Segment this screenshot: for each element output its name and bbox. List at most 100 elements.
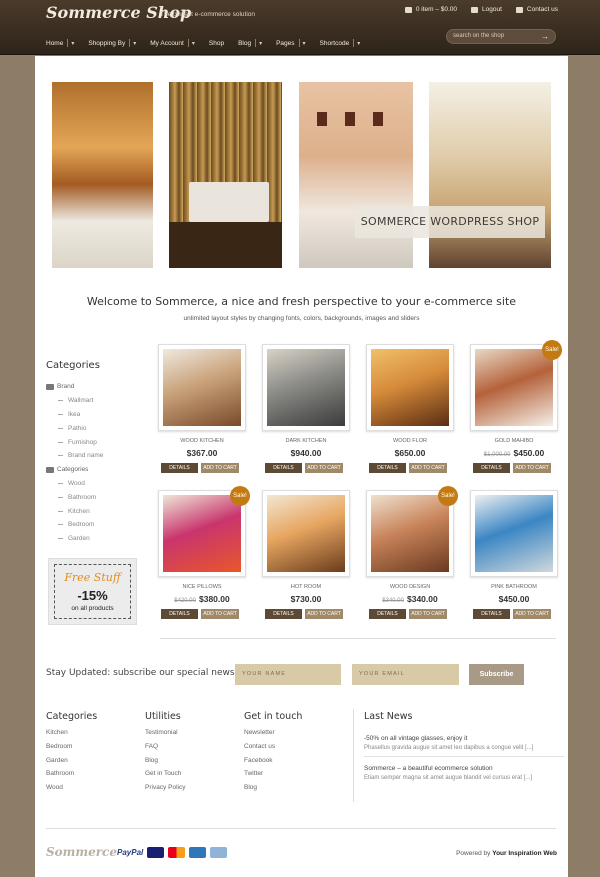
product-image[interactable] <box>475 495 553 572</box>
details-button[interactable]: DETAILS <box>265 609 302 619</box>
category-item[interactable]: Garden <box>46 532 146 546</box>
nav-item-pages[interactable]: Pages ▾ <box>276 39 306 47</box>
hero-image-kitchen[interactable] <box>429 82 551 268</box>
site-header: Sommerce Shop The perfect e-commerce sol… <box>0 0 600 55</box>
add-to-cart-button[interactable]: ADD TO CART <box>305 609 343 619</box>
nav-item-shopping-by[interactable]: Shopping By ▾ <box>88 39 136 47</box>
details-button[interactable]: DETAILS <box>473 463 510 473</box>
product-image[interactable] <box>371 495 449 572</box>
hero-image-bamboo[interactable] <box>169 82 282 268</box>
category-item[interactable]: Wood <box>46 477 146 491</box>
add-to-cart-button[interactable]: ADD TO CART <box>201 609 239 619</box>
product-name[interactable]: NICE PILLOWS <box>158 584 246 590</box>
footer-link[interactable]: Wood <box>46 784 97 798</box>
contact-link[interactable]: Contact us <box>515 6 558 13</box>
cart-icon <box>404 6 412 13</box>
hero-image-bedroom[interactable] <box>52 82 153 268</box>
old-price: $1,000.00 <box>483 452 511 458</box>
product-image-frame[interactable] <box>366 344 454 431</box>
email-field[interactable]: YOUR EMAIL <box>352 664 459 685</box>
arrow-right-icon[interactable]: → <box>541 30 549 43</box>
nav-item-my-account[interactable]: My Account ▾ <box>150 39 195 47</box>
footer-link[interactable]: Bedroom <box>46 743 97 757</box>
nav-item-blog[interactable]: Blog ▾ <box>238 39 262 47</box>
add-to-cart-button[interactable]: ADD TO CART <box>513 463 551 473</box>
footer-link[interactable]: Garden <box>46 757 97 771</box>
category-item[interactable]: Wallmart <box>46 394 146 408</box>
product-image[interactable] <box>267 349 345 426</box>
details-button[interactable]: DETAILS <box>161 609 198 619</box>
footer-link[interactable]: Blog <box>145 757 185 771</box>
footer-link[interactable]: Bathroom <box>46 770 97 784</box>
product-name[interactable]: GOLD MAHIBO <box>470 438 558 444</box>
product-buttons: DETAILS ADD TO CART <box>473 463 551 473</box>
product-image-frame[interactable] <box>262 490 350 577</box>
footer-link[interactable]: Get in Touch <box>145 770 185 784</box>
cart-link[interactable]: 0 item – $0.00 <box>404 6 457 13</box>
product-buttons: DETAILS ADD TO CART <box>265 463 343 473</box>
footer-link[interactable]: Privacy Policy <box>145 784 185 798</box>
add-to-cart-button[interactable]: ADD TO CART <box>409 609 447 619</box>
details-button[interactable]: DETAILS <box>265 463 302 473</box>
news-title[interactable]: Sommerce – a beautiful ecommerce solutio… <box>364 765 564 772</box>
sale-badge: Sale! <box>438 486 458 506</box>
product-image-frame[interactable] <box>158 344 246 431</box>
details-button[interactable]: DETAILS <box>473 609 510 619</box>
footer-logo[interactable]: Sommerce <box>46 845 117 859</box>
promo-banner[interactable]: Free Stuff -15% on all products <box>48 558 137 625</box>
subscribe-button[interactable]: Subscribe <box>469 664 524 685</box>
footer-link[interactable]: Kitchen <box>46 729 97 743</box>
add-to-cart-button[interactable]: ADD TO CART <box>201 463 239 473</box>
category-item[interactable]: Pathio <box>46 421 146 435</box>
product-name[interactable]: DARK KITCHEN <box>262 438 350 444</box>
product-card: Sale! GOLD MAHIBO $1,000.00 $450.00 DETAILS A… <box>470 340 562 484</box>
category-item[interactable]: Ikea <box>46 408 146 422</box>
hero-image-living[interactable] <box>299 82 413 268</box>
nav-item-shop[interactable]: Shop <box>209 39 224 47</box>
product-image[interactable] <box>163 349 241 426</box>
product-image[interactable] <box>475 349 553 426</box>
nav-item-home[interactable]: Home ▾ <box>46 39 74 47</box>
details-button[interactable]: DETAILS <box>369 609 406 619</box>
footer-link[interactable]: FAQ <box>145 743 185 757</box>
author-link[interactable]: Your Inspiration Web <box>492 850 557 857</box>
add-to-cart-button[interactable]: ADD TO CART <box>409 463 447 473</box>
welcome-title: Welcome to Sommerce, a nice and fresh pe… <box>86 295 517 308</box>
product-name[interactable]: PINK BATHROOM <box>470 584 558 590</box>
name-field[interactable]: YOUR NAME <box>235 664 341 685</box>
chevron-down-icon: ▾ <box>259 40 263 47</box>
details-button[interactable]: DETAILS <box>369 463 406 473</box>
footer-link[interactable]: Twitter <box>244 770 302 784</box>
footer-link[interactable]: Contact us <box>244 743 302 757</box>
category-item[interactable]: Bedroom <box>46 518 146 532</box>
add-to-cart-button[interactable]: ADD TO CART <box>305 463 343 473</box>
details-button[interactable]: DETAILS <box>161 463 198 473</box>
product-image-frame[interactable] <box>470 490 558 577</box>
footer-link[interactable]: Facebook <box>244 757 302 771</box>
category-group[interactable]: Brand <box>46 380 146 394</box>
category-item[interactable]: Kitchen <box>46 504 146 518</box>
news-title[interactable]: -50% on all vintage glasses, enjoy it <box>364 735 564 742</box>
product-name[interactable]: WOOD KITCHEN <box>158 438 246 444</box>
product-name[interactable]: HOT ROOM <box>262 584 350 590</box>
product-image[interactable] <box>371 349 449 426</box>
product-name[interactable]: WOOD FLOR <box>366 438 454 444</box>
product-name[interactable]: WOOD DESIGN <box>366 584 454 590</box>
product-image[interactable] <box>163 495 241 572</box>
category-group[interactable]: Categories <box>46 463 146 477</box>
footer-link[interactable]: Testimonial <box>145 729 185 743</box>
payment-methods: PayPal <box>117 847 228 858</box>
category-item[interactable]: Bathroom <box>46 490 146 504</box>
add-to-cart-button[interactable]: ADD TO CART <box>513 609 551 619</box>
page-content: SOMMERCE WORDPRESS SHOP Welcome to Somme… <box>35 56 568 877</box>
footer-link[interactable]: Blog <box>244 784 302 798</box>
product-card: Sale! NICE PILLOWS $420.00 $380.00 DETAILS AD… <box>158 486 250 630</box>
product-image[interactable] <box>267 495 345 572</box>
category-item[interactable]: Brand name <box>46 449 146 463</box>
search-input[interactable]: search on the shop → <box>446 29 556 44</box>
footer-link[interactable]: Newsletter <box>244 729 302 743</box>
logout-link[interactable]: Logout <box>471 6 502 13</box>
category-item[interactable]: Furnishop <box>46 435 146 449</box>
nav-item-shortcode[interactable]: Shortcode ▾ <box>320 39 360 47</box>
product-image-frame[interactable] <box>262 344 350 431</box>
